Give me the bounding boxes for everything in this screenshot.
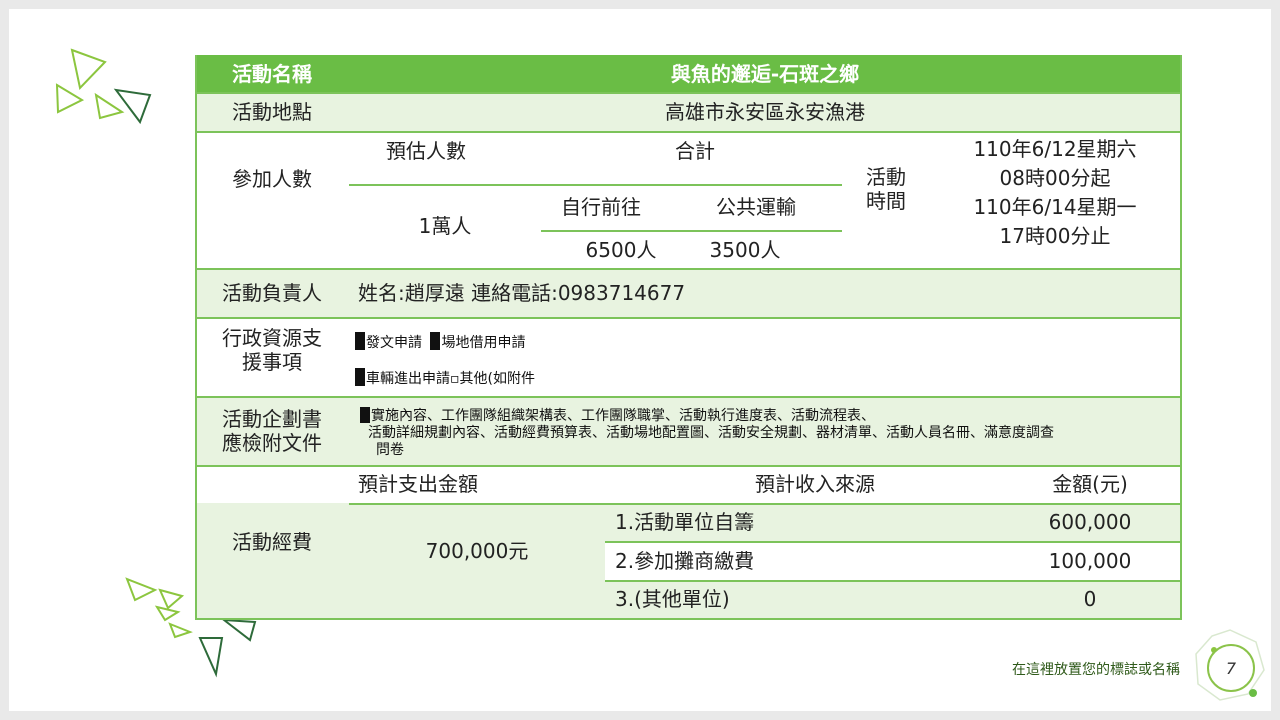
- location-label: 活動地點: [232, 99, 312, 124]
- source-name-1: 1.活動單位自籌: [615, 510, 755, 534]
- public-transport-value: 3500人: [709, 238, 781, 262]
- public-transport-label: 公共運輸: [716, 195, 796, 219]
- activity-name-label: 活動名稱: [232, 61, 312, 86]
- checkbox-filled-icon: [360, 407, 370, 423]
- plan-line1: 實施內容、工作團隊組織架構表、工作團隊職掌、活動執行進度表、活動流程表、: [371, 408, 875, 424]
- total-label: 合計: [675, 139, 715, 163]
- admin-items-line2: 車輛進出申請▫其他(如附件: [355, 368, 535, 389]
- plan-line2: 活動詳細規劃內容、活動經費預算表、活動場地配置圖、活動安全規劃、器材清單、活動人…: [368, 425, 1054, 441]
- checkbox-filled-icon: [355, 332, 365, 350]
- plan-line3: 問卷: [376, 442, 404, 458]
- activity-name-value: 與魚的邂逅-石斑之鄉: [670, 61, 860, 86]
- admin-label: 行政資源支 援事項: [195, 317, 349, 383]
- amount-label: 金額(元): [1052, 472, 1128, 496]
- page-number: 7: [1207, 644, 1255, 692]
- manager-value: 姓名:趙厚遠 連絡電話:0983714677: [358, 280, 686, 305]
- footer-logo-text: 在這裡放置您的標誌或名稱: [1012, 662, 1180, 678]
- activity-time-label: 活動 時間: [850, 159, 922, 219]
- source-name-2: 2.參加攤商繳費: [615, 548, 755, 573]
- time-line2: 08時00分起: [999, 166, 1111, 190]
- expense-label: 預計支出金額: [358, 472, 478, 496]
- activity-time-label-line1: 活動: [866, 165, 906, 189]
- checkbox-filled-icon: [430, 332, 441, 350]
- activity-time-label-line2: 時間: [866, 189, 906, 213]
- source-name-3: 3.(其他單位): [615, 587, 730, 611]
- plan-documents: 實施內容、工作團隊組織架構表、工作團隊職掌、活動執行進度表、活動流程表、 活動詳…: [360, 407, 1175, 459]
- source-amount-3: 0: [1083, 587, 1097, 611]
- self-travel-label: 自行前往: [561, 195, 641, 219]
- plan-label-line2: 應檢附文件: [222, 430, 322, 455]
- location-value: 高雄市永安區永安漁港: [665, 99, 865, 124]
- checkbox-filled-icon: [355, 368, 365, 386]
- plan-line1-row: 實施內容、工作團隊組織架構表、工作團隊職掌、活動執行進度表、活動流程表、: [360, 407, 1175, 425]
- admin-item3: 車輛進出申請▫其他(如附件: [366, 371, 535, 387]
- source-amount-1: 600,000: [1048, 510, 1132, 534]
- plan-label-line1: 活動企劃書: [222, 406, 322, 431]
- admin-label-line1: 行政資源支: [222, 326, 322, 350]
- admin-label-line2: 援事項: [242, 350, 302, 374]
- self-travel-value: 6500人: [585, 238, 657, 262]
- admin-item2: 場地借用申請: [441, 335, 526, 351]
- income-label: 預計收入來源: [755, 472, 875, 496]
- source-amount-2: 100,000: [1048, 548, 1132, 573]
- estimate-label: 預估人數: [386, 139, 466, 163]
- admin-item1: 發文申請: [366, 335, 422, 351]
- activity-table: 活動名稱 與魚的邂逅-石斑之鄉 活動地點 高雄市永安區永安漁港 參加人數 預估人…: [195, 55, 1182, 620]
- activity-time-value: 110年6/12星期六 08時00分起 110年6/14星期一 17時00分止: [940, 133, 1170, 253]
- plan-label: 活動企劃書 應檢附文件: [195, 396, 349, 465]
- expense-value: 700,000元: [425, 538, 529, 563]
- estimate-value: 1萬人: [418, 214, 472, 238]
- time-line4: 17時00分止: [999, 224, 1111, 248]
- admin-items-line1: 發文申請 場地借用申請: [355, 332, 525, 353]
- time-line1: 110年6/12星期六: [973, 137, 1137, 161]
- time-line3: 110年6/14星期一: [973, 195, 1137, 219]
- participants-label: 參加人數: [232, 166, 312, 191]
- budget-label: 活動經費: [232, 529, 312, 554]
- manager-label: 活動負責人: [222, 280, 322, 305]
